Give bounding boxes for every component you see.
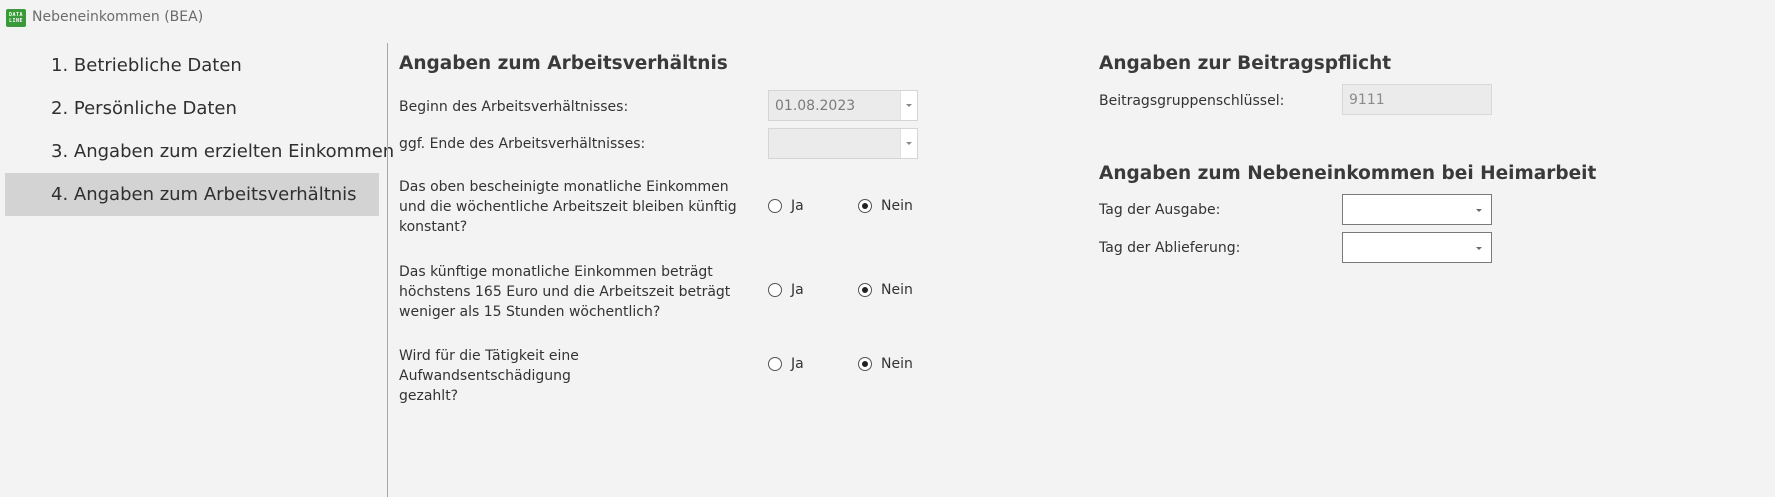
radio-circle[interactable] bbox=[768, 199, 782, 213]
app-logo-icon: DATA LINE bbox=[6, 9, 26, 27]
sidebar-item-label: 4. Angaben zum Arbeitsverhältnis bbox=[51, 184, 357, 205]
q3-radio-ja[interactable]: Ja bbox=[768, 356, 804, 372]
contribution-key-label: Beitragsgruppenschlüssel: bbox=[1099, 93, 1285, 109]
sidebar-item-einkommen[interactable]: 3. Angaben zum erzielten Einkommen bbox=[5, 130, 394, 173]
sidebar-divider bbox=[387, 43, 388, 497]
sidebar-item-persoenliche-daten[interactable]: 2. Persönliche Daten bbox=[5, 87, 379, 130]
q2-radio-ja[interactable]: Ja bbox=[768, 282, 804, 298]
homework-heading: Angaben zum Nebeneinkommen bei Heimarbei… bbox=[1099, 163, 1597, 184]
chevron-down-icon[interactable] bbox=[1476, 209, 1482, 212]
chevron-down-icon[interactable] bbox=[900, 129, 917, 158]
sidebar-item-label: 1. Betriebliche Daten bbox=[51, 55, 242, 76]
end-date-combo[interactable] bbox=[768, 128, 918, 159]
q3-radio-nein[interactable]: Nein bbox=[858, 356, 913, 372]
q1-radio-nein[interactable]: Nein bbox=[858, 198, 913, 214]
question-income-constant: Das oben bescheinigte monatliche Einkomm… bbox=[399, 179, 737, 235]
contribution-key-value: 9111 bbox=[1349, 91, 1385, 108]
radio-circle[interactable] bbox=[768, 357, 782, 371]
question-income-limit: Das künftige monatliche Einkommen beträg… bbox=[399, 264, 731, 320]
sidebar-item-betriebliche-daten[interactable]: 1. Betriebliche Daten bbox=[5, 44, 379, 87]
sidebar-item-label: 2. Persönliche Daten bbox=[51, 98, 237, 119]
issue-date-label: Tag der Ausgabe: bbox=[1099, 202, 1221, 218]
delivery-date-label: Tag der Ablieferung: bbox=[1099, 240, 1241, 256]
employment-heading: Angaben zum Arbeitsverhältnis bbox=[399, 53, 728, 74]
sidebar-item-arbeitsverhaeltnis[interactable]: 4. Angaben zum Arbeitsverhältnis bbox=[5, 173, 379, 216]
delivery-date-picker[interactable] bbox=[1342, 232, 1492, 263]
q2-radio-nein[interactable]: Nein bbox=[858, 282, 913, 298]
contribution-heading: Angaben zur Beitragspflicht bbox=[1099, 53, 1392, 74]
question-expense-allowance: Wird für die Tätigkeit eine Aufwandsents… bbox=[399, 348, 579, 404]
radio-circle[interactable] bbox=[858, 283, 872, 297]
window-title: Nebeneinkommen (BEA) bbox=[32, 9, 204, 25]
issue-date-picker[interactable] bbox=[1342, 194, 1492, 225]
start-date-value: 01.08.2023 bbox=[775, 97, 856, 114]
chevron-down-icon[interactable] bbox=[900, 91, 917, 120]
q1-radio-ja[interactable]: Ja bbox=[768, 198, 804, 214]
title-bar: DATA LINE Nebeneinkommen (BEA) bbox=[0, 0, 1775, 36]
end-date-label: ggf. Ende des Arbeitsverhältnisses: bbox=[399, 136, 646, 152]
sidebar-item-label: 3. Angaben zum erzielten Einkommen bbox=[51, 141, 395, 162]
radio-circle[interactable] bbox=[768, 283, 782, 297]
radio-circle[interactable] bbox=[858, 199, 872, 213]
start-date-label: Beginn des Arbeitsverhältnisses: bbox=[399, 99, 629, 115]
radio-circle[interactable] bbox=[858, 357, 872, 371]
chevron-down-icon[interactable] bbox=[1476, 247, 1482, 250]
start-date-combo[interactable]: 01.08.2023 bbox=[768, 90, 918, 121]
contribution-key-field: 9111 bbox=[1342, 84, 1492, 115]
